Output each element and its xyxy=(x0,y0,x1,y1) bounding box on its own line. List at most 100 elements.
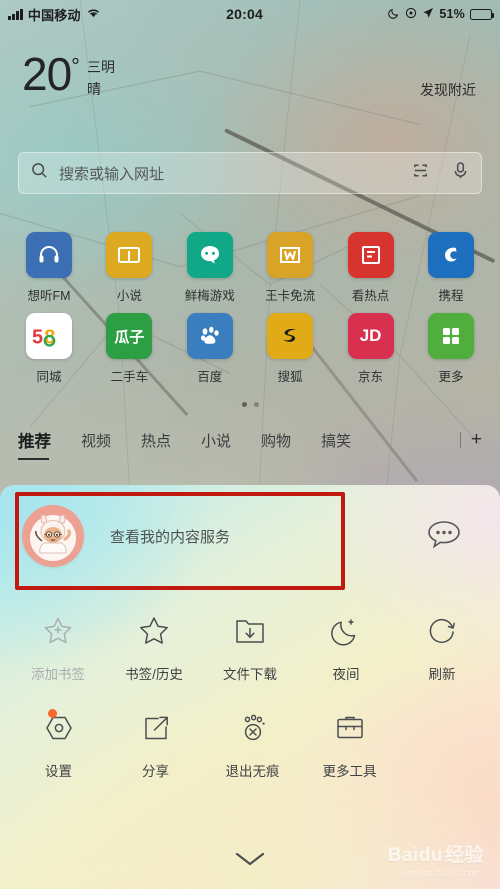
menu-label: 分享 xyxy=(142,764,169,779)
shortcut-row-2: 58 同城 瓜子 二手车 百度 搜狐 JD 京东 更多 xyxy=(0,313,500,385)
share-icon xyxy=(139,707,173,749)
page-dot[interactable] xyxy=(253,402,259,407)
sohu-icon xyxy=(267,313,314,359)
shortcut-baidu[interactable]: 百度 xyxy=(179,313,241,385)
jd-logo-icon: JD xyxy=(347,313,394,359)
shortcut-jingdong[interactable]: JD 京东 xyxy=(340,313,402,385)
ctrip-icon xyxy=(427,232,474,278)
paw-icon xyxy=(186,313,233,359)
tab-redian[interactable]: 热点 xyxy=(141,430,171,459)
shortcut-label: 鲜梅游戏 xyxy=(184,289,235,303)
menu-file-download[interactable]: 文件下载 xyxy=(202,610,298,683)
refresh-icon xyxy=(425,610,459,652)
svg-text:5: 5 xyxy=(32,327,43,349)
tab-divider xyxy=(459,432,461,448)
menu-label: 更多工具 xyxy=(322,764,377,779)
58-logo-icon: 58 xyxy=(26,313,72,359)
battery-percent-label: 51% xyxy=(439,7,465,21)
shortcut-grid: 想听FM 小说 鲜梅游戏 王卡免流 看热点 携程 5 8 同城 瓜子 二手车 百… xyxy=(0,232,500,407)
degree-symbol: ° xyxy=(71,53,80,79)
shortcut-label: 王卡免流 xyxy=(265,289,316,303)
status-bar-left: 中国移动 xyxy=(8,5,101,24)
menu-bookmarks-history[interactable]: 书签/历史 xyxy=(106,610,202,683)
discover-nearby-link[interactable]: 发现附近 xyxy=(420,80,476,100)
shortcut-label: 想听FM xyxy=(27,289,71,303)
weather-city: 三明 xyxy=(86,59,115,75)
menu-share[interactable]: 分享 xyxy=(107,707,204,780)
menu-add-bookmark[interactable]: 添加书签 xyxy=(10,610,106,683)
rotation-lock-icon xyxy=(405,7,417,22)
shortcut-more[interactable]: 更多 xyxy=(420,313,482,385)
shortcut-xianmeiyouxi[interactable]: 鲜梅游戏 xyxy=(179,232,241,304)
microphone-icon[interactable] xyxy=(452,161,469,185)
menu-settings[interactable]: 设置 xyxy=(10,707,107,780)
shortcut-label: 百度 xyxy=(197,370,223,384)
weather-meta: 三明 晴 xyxy=(87,57,115,100)
location-arrow-icon xyxy=(422,7,434,22)
plus-icon[interactable]: + xyxy=(471,429,482,451)
menu-refresh[interactable]: 刷新 xyxy=(394,610,490,683)
search-icon xyxy=(31,162,48,184)
menu-label: 设置 xyxy=(45,764,72,779)
page-dot[interactable] xyxy=(241,402,247,407)
shortcut-label: 二手车 xyxy=(110,370,149,384)
shortcut-label: 携程 xyxy=(438,289,464,303)
shortcut-label: 同城 xyxy=(36,370,62,384)
book-icon xyxy=(106,232,153,278)
game-face-icon xyxy=(186,232,233,278)
shortcut-kanredian[interactable]: 看热点 xyxy=(340,232,402,304)
status-bar-clock: 20:04 xyxy=(226,6,263,22)
tab-tuijian[interactable]: 推荐 xyxy=(18,428,51,460)
bottom-menu-panel: 查看我的内容服务 添加书签 书签/历史 文件下载 夜间 刷新 设置 分享 退出无… xyxy=(0,485,500,889)
grid-page-indicator xyxy=(0,402,500,407)
shortcut-xiecheng[interactable]: 携程 xyxy=(420,232,482,304)
shortcut-wangkamianliu[interactable]: 王卡免流 xyxy=(259,232,321,304)
moon-icon xyxy=(329,610,363,652)
tab-xiaoshuo[interactable]: 小说 xyxy=(201,430,231,459)
search-input-placeholder[interactable]: 搜索或输入网址 xyxy=(59,163,411,184)
toolbox-icon xyxy=(333,707,367,749)
weather-widget[interactable]: 20° 三明 晴 xyxy=(22,48,115,100)
scan-code-icon[interactable] xyxy=(411,161,430,185)
search-bar[interactable]: 搜索或输入网址 xyxy=(18,152,482,194)
profile-label[interactable]: 查看我的内容服务 xyxy=(110,526,230,547)
menu-more-tools[interactable]: 更多工具 xyxy=(301,707,398,780)
menu-label: 书签/历史 xyxy=(125,667,183,682)
baidu-jingyan-watermark: Baidu 经验 jingyan.baidu.com xyxy=(387,840,484,878)
tab-gaoxiao[interactable]: 搞笑 xyxy=(321,430,351,459)
menu-night-mode[interactable]: 夜间 xyxy=(298,610,394,683)
star-plus-icon xyxy=(40,610,76,652)
battery-icon xyxy=(470,8,495,20)
status-bar: 中国移动 20:04 51% xyxy=(0,0,500,28)
guazi-icon: 瓜子 xyxy=(106,313,153,359)
shortcut-souhu[interactable]: 搜狐 xyxy=(259,313,321,385)
menu-label: 刷新 xyxy=(428,667,456,682)
shortcut-label: 小说 xyxy=(116,289,142,303)
shortcut-row-1: 想听FM 小说 鲜梅游戏 王卡免流 看热点 携程 xyxy=(0,232,500,304)
menu-label: 夜间 xyxy=(332,667,360,682)
tab-shipin[interactable]: 视频 xyxy=(81,430,111,459)
signal-bars-icon xyxy=(8,8,23,20)
moon-icon xyxy=(388,7,400,22)
rabbit-avatar[interactable] xyxy=(22,505,84,567)
shortcut-tongcheng[interactable]: 58 同城 xyxy=(18,313,80,385)
watermark-suffix: 经验 xyxy=(444,845,484,866)
chevron-down-icon[interactable] xyxy=(233,850,267,873)
settings-gear-icon xyxy=(41,707,77,749)
phone-screen: 中国移动 20:04 51% 20° 三明 晴 发现附近 搜索或输入网址 想听F… xyxy=(0,0,500,889)
menu-label: 添加书签 xyxy=(31,667,85,682)
shortcut-xiangtingfm[interactable]: 想听FM xyxy=(18,232,80,304)
download-folder-icon xyxy=(233,610,267,652)
watermark-brand: Baidu xyxy=(387,845,443,866)
weather-temperature: 20° xyxy=(22,48,80,100)
shortcut-label: 京东 xyxy=(358,370,384,384)
tab-gouwu[interactable]: 购物 xyxy=(261,430,291,459)
shortcut-xiaoshuo[interactable]: 小说 xyxy=(98,232,160,304)
shortcut-ershouche[interactable]: 瓜子 二手车 xyxy=(98,313,160,385)
weather-condition: 晴 xyxy=(86,80,101,97)
chat-bubble-icon[interactable] xyxy=(418,509,470,561)
menu-row-2: 设置 分享 退出无痕 更多工具 xyxy=(0,707,500,780)
menu-exit-incognito[interactable]: 退出无痕 xyxy=(204,707,301,780)
grid-more-icon xyxy=(427,313,474,359)
wifi-icon xyxy=(86,7,101,22)
